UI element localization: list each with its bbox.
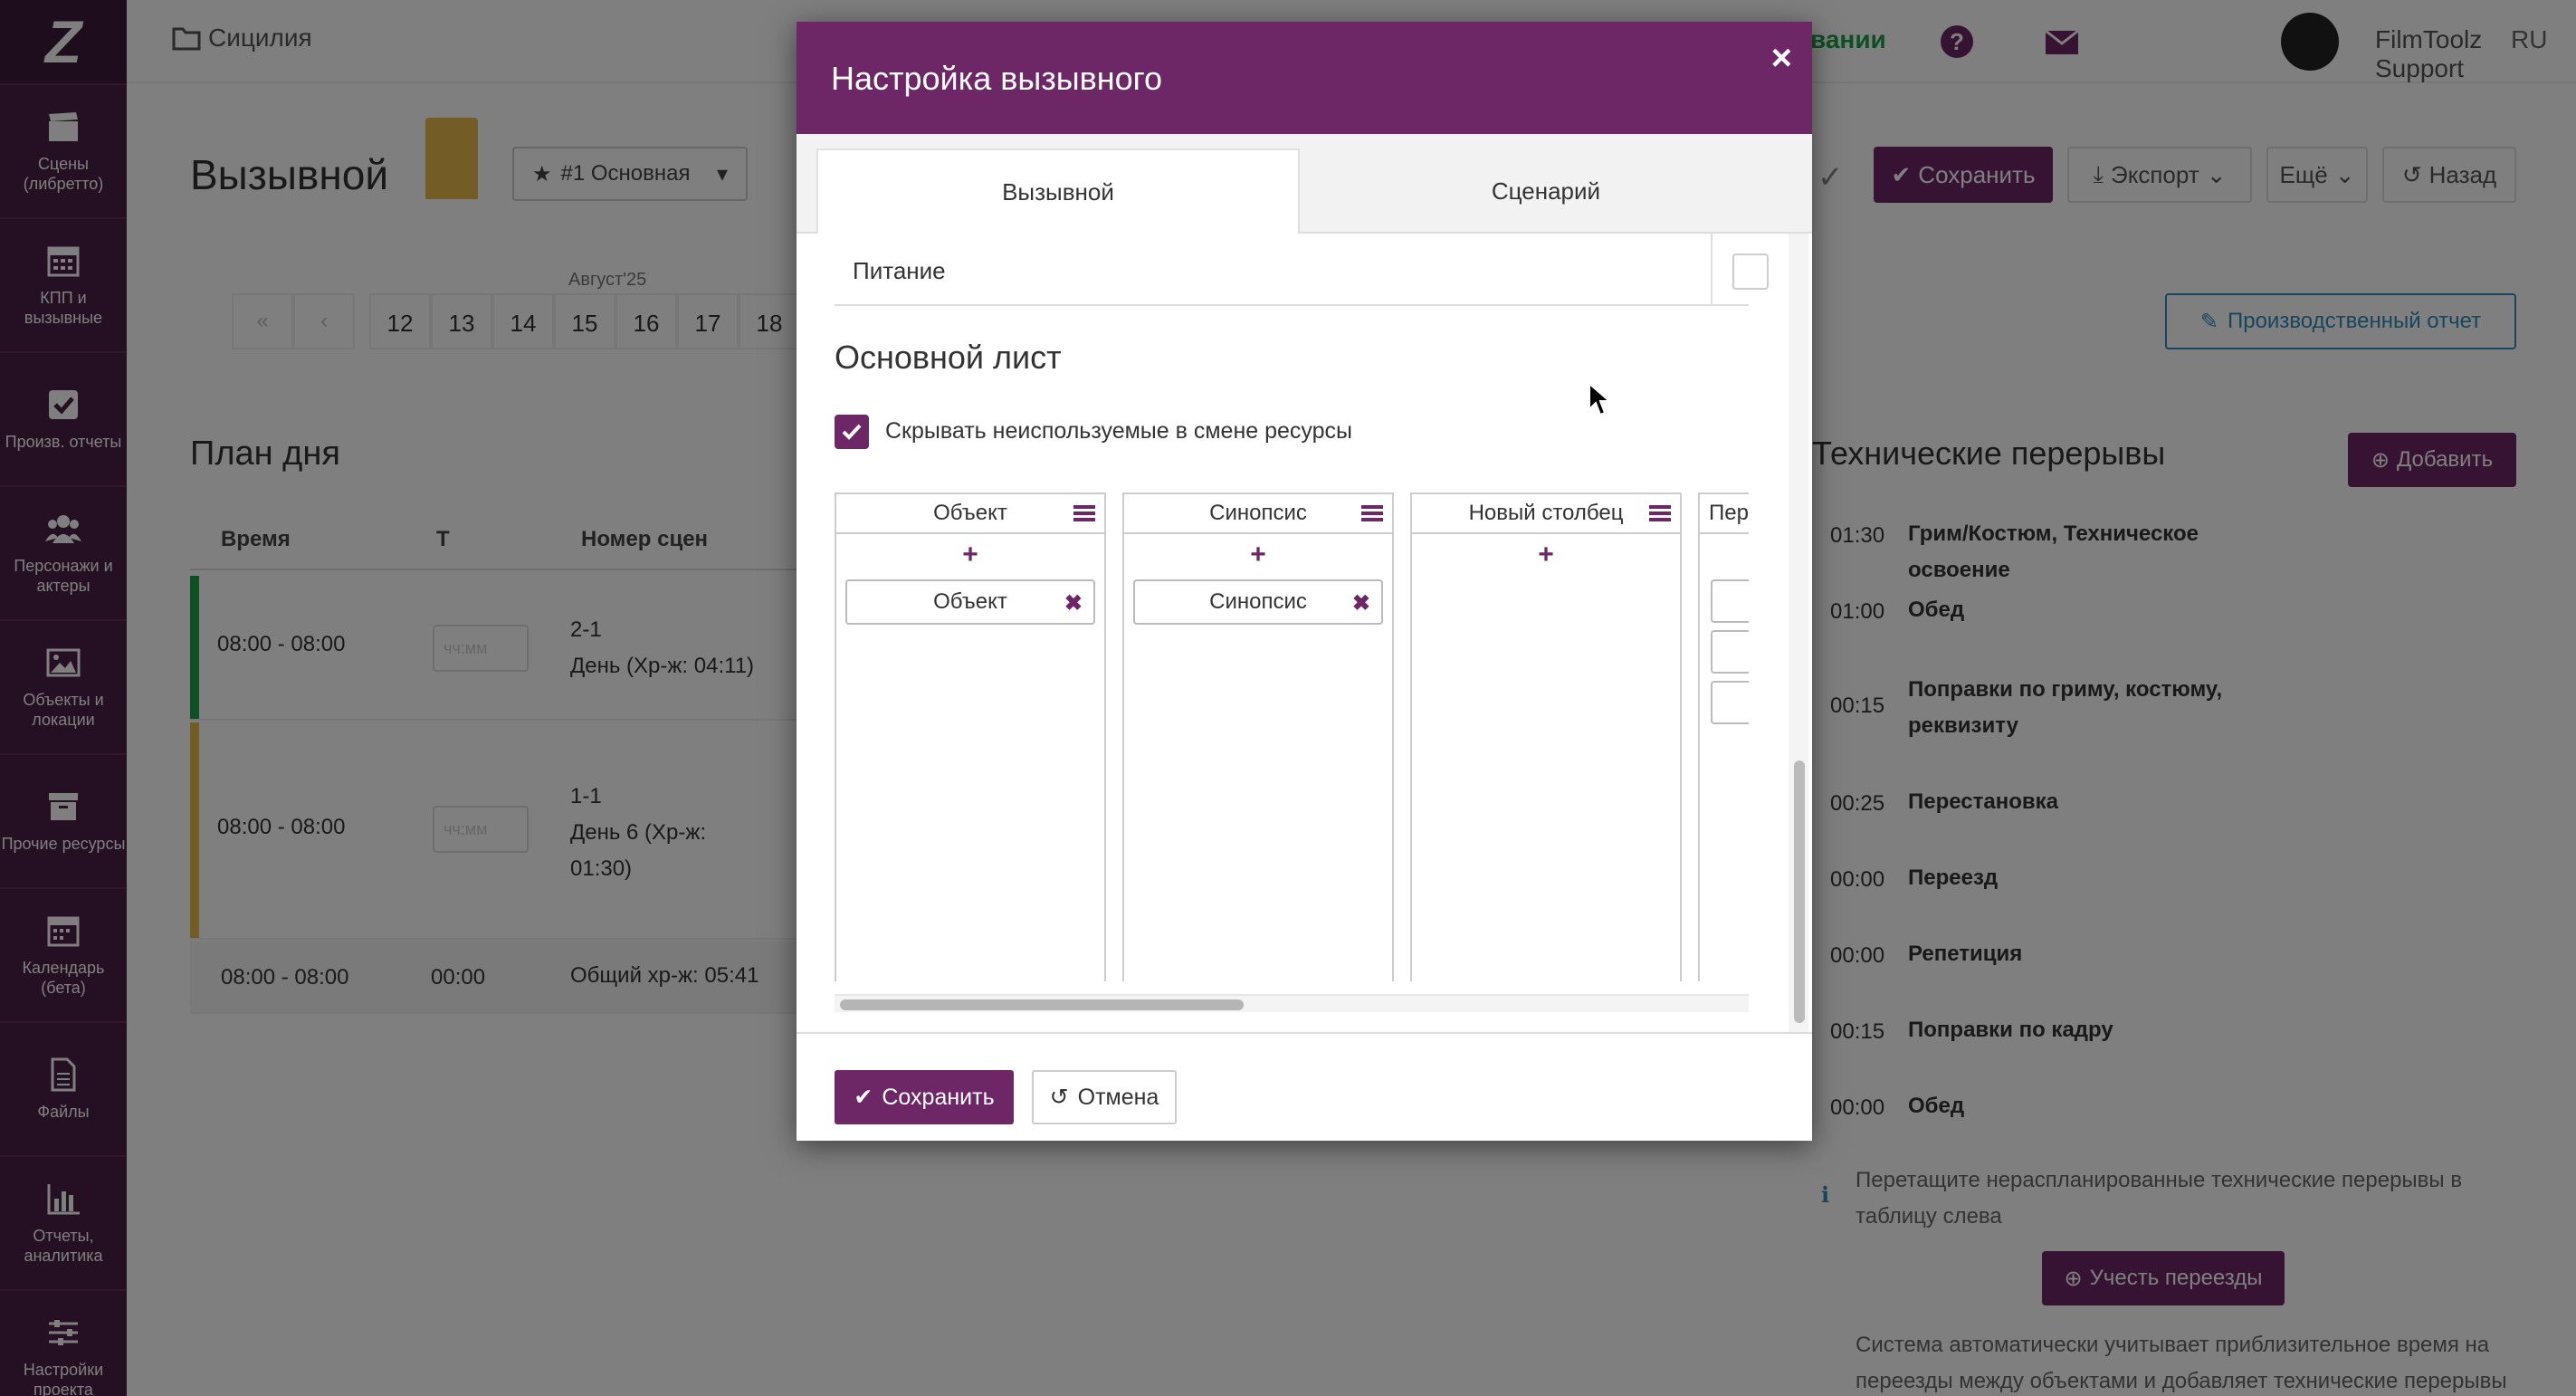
field-tag-label: Синопсис	[1209, 589, 1307, 614]
horizontal-scrollbar[interactable]	[835, 994, 1749, 1012]
field-slot[interactable]	[1711, 630, 1749, 674]
vertical-scrollbar[interactable]	[1789, 234, 1808, 1032]
column-header[interactable]: Пер	[1700, 494, 1749, 534]
add-field-button[interactable]: +	[1124, 540, 1392, 570]
add-field-button[interactable]: +	[836, 540, 1104, 570]
check-icon: ✔	[854, 1085, 873, 1110]
column-card[interactable]: Новый столбец +	[1410, 492, 1682, 981]
undo-icon: ↺	[1049, 1085, 1069, 1110]
modal-footer: ✔ Сохранить ↺ Отмена	[797, 1034, 1812, 1141]
tab-script[interactable]: Сценарий	[1300, 148, 1792, 234]
remove-icon[interactable]: ✖	[1064, 590, 1083, 617]
field-tag[interactable]: Синопсис ✖	[1133, 579, 1383, 625]
vertical-scrollbar-thumb[interactable]	[1794, 760, 1805, 1023]
modal-cancel-button[interactable]: ↺ Отмена	[1032, 1070, 1177, 1124]
mouse-cursor-icon	[1589, 382, 1612, 416]
menu-icon[interactable]	[1649, 503, 1671, 523]
menu-icon[interactable]	[1361, 503, 1383, 523]
callsheet-settings-modal: Настройка вызывного × Вызывной Сценарий …	[797, 22, 1812, 1141]
column-header-label: Синопсис	[1209, 501, 1307, 525]
column-header[interactable]: Объект	[836, 494, 1104, 534]
modal-save-label: Сохранить	[882, 1084, 995, 1110]
divider	[1711, 234, 1713, 306]
field-tag-label: Объект	[933, 589, 1007, 614]
hide-unused-checkbox[interactable]	[835, 415, 869, 449]
tab-callsheet[interactable]: Вызывной	[816, 148, 1300, 234]
horizontal-scrollbar-thumb[interactable]	[840, 999, 1244, 1010]
modal-save-button[interactable]: ✔ Сохранить	[835, 1070, 1014, 1124]
column-card[interactable]: Объект + Объект ✖	[835, 492, 1106, 981]
columns-editor: Объект + Объект ✖ Синопсис + Синопсис ✖	[835, 492, 1749, 981]
check-icon	[842, 424, 862, 440]
column-header-label: Объект	[933, 501, 1007, 525]
column-card[interactable]: Пер	[1698, 492, 1749, 981]
column-header[interactable]: Новый столбец	[1412, 494, 1680, 534]
field-tag[interactable]: Объект ✖	[845, 579, 1095, 625]
modal-header: Настройка вызывного ×	[797, 22, 1812, 134]
close-icon[interactable]: ×	[1771, 38, 1792, 79]
remove-icon[interactable]: ✖	[1352, 590, 1370, 617]
add-field-button[interactable]: +	[1412, 540, 1680, 570]
feed-row: Питание	[835, 234, 1769, 306]
modal-body: Питание Основной лист Скрывать неиспольз…	[797, 234, 1812, 1034]
section-title: Основной лист	[835, 339, 1062, 376]
modal-cancel-label: Отмена	[1077, 1084, 1159, 1110]
column-card[interactable]: Синопсис + Синопсис ✖	[1122, 492, 1394, 981]
modal-title: Настройка вызывного	[831, 60, 1162, 97]
modal-tabs: Вызывной Сценарий	[797, 134, 1812, 234]
field-slot[interactable]	[1711, 579, 1749, 623]
column-header-label: Новый столбец	[1468, 501, 1624, 525]
feed-checkbox[interactable]	[1732, 253, 1769, 290]
column-header-label: Пер	[1709, 501, 1749, 525]
menu-icon[interactable]	[1073, 503, 1095, 523]
hide-unused-label[interactable]: Скрывать неиспользуемые в смене ресурсы	[885, 418, 1352, 445]
field-slot[interactable]	[1711, 681, 1749, 724]
column-header[interactable]: Синопсис	[1124, 494, 1392, 534]
feed-label: Питание	[853, 257, 946, 284]
